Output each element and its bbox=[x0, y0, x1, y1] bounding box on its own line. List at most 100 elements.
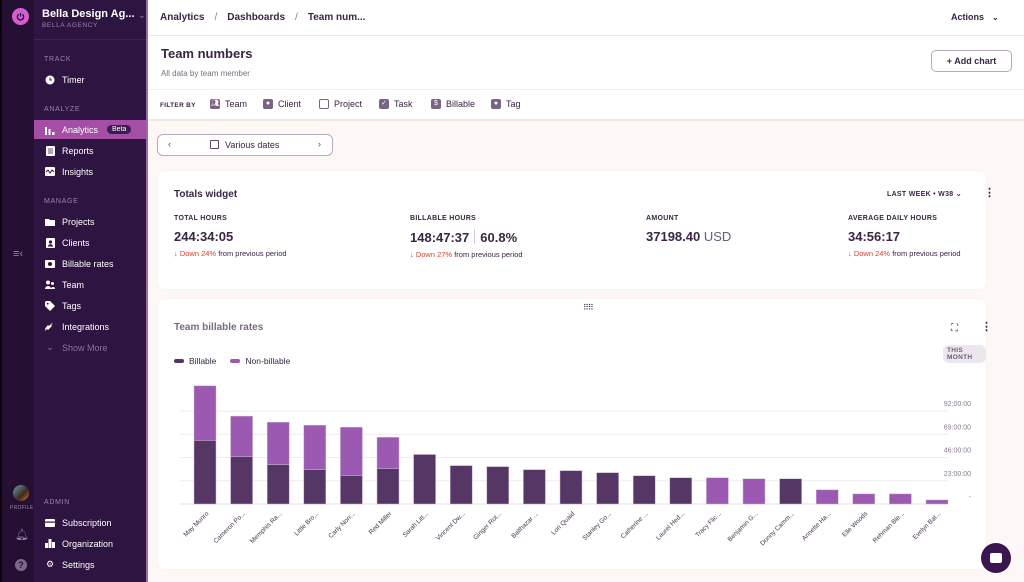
prev-period-button[interactable]: ‹ bbox=[168, 139, 171, 149]
team-icon bbox=[45, 280, 55, 290]
bar-billable[interactable] bbox=[669, 477, 693, 505]
actions-dropdown[interactable]: Actions ⌄ bbox=[951, 12, 999, 22]
x-tick-label: Evelyn Bat... bbox=[912, 510, 943, 541]
y-tick-label: - bbox=[969, 494, 972, 501]
bar-billable[interactable] bbox=[303, 469, 327, 505]
building-icon bbox=[45, 539, 55, 549]
sidebar-item-reports[interactable]: Reports bbox=[34, 141, 146, 160]
sidebar-item-settings[interactable]: ⚙ Settings bbox=[34, 555, 146, 574]
chart-legend: Billable Non-billable bbox=[174, 356, 304, 366]
legend-item-billable[interactable]: Billable bbox=[174, 356, 216, 366]
delta-down: ↓ Down 27% bbox=[410, 250, 453, 259]
bar-non-billable[interactable] bbox=[340, 426, 363, 476]
chevron-down-icon: ⌄ bbox=[46, 342, 54, 352]
more-options-icon[interactable]: ⋮ bbox=[981, 322, 992, 333]
x-tick-label: Cameron Po... bbox=[212, 510, 247, 545]
bell-icon[interactable]: 🔔︎ bbox=[15, 528, 29, 541]
bar-billable[interactable] bbox=[559, 470, 583, 505]
collapse-sidebar-icon[interactable]: ≡‹ bbox=[13, 248, 23, 260]
delta-down: ↓ Down 24% bbox=[848, 249, 891, 258]
sidebar-item-billable-rates[interactable]: Billable rates bbox=[34, 254, 146, 273]
money-icon bbox=[45, 259, 55, 269]
expand-icon[interactable]: ⛶ bbox=[951, 323, 958, 334]
sidebar-item-clients[interactable]: Clients bbox=[34, 233, 146, 252]
filter-billable[interactable]: $ Billable bbox=[431, 99, 475, 109]
chat-support-button[interactable] bbox=[981, 543, 1011, 573]
sidebar-item-timer[interactable]: Timer bbox=[34, 70, 146, 89]
legend-item-non-billable[interactable]: Non-billable bbox=[230, 356, 290, 366]
bar-non-billable[interactable] bbox=[889, 493, 912, 505]
filter-team[interactable]: 👥︎ Team bbox=[210, 99, 247, 109]
bar-billable[interactable] bbox=[596, 472, 619, 505]
bar-billable[interactable] bbox=[632, 475, 656, 505]
page-header: Team numbers All data by team member + A… bbox=[148, 36, 1024, 90]
drag-handle-icon[interactable]: ⠿⠿ bbox=[583, 303, 594, 312]
chevron-down-icon: ⌄ bbox=[955, 191, 962, 198]
x-tick-label: Lori Quaid bbox=[550, 510, 576, 536]
sidebar-item-label: Organization bbox=[62, 538, 114, 549]
x-tick-label: Sarah Litt... bbox=[402, 510, 431, 539]
sidebar-item-subscription[interactable]: Subscription bbox=[34, 513, 146, 532]
org-switcher[interactable]: Bella Design Ag... ⌄ BELLA AGENCY bbox=[42, 8, 146, 29]
task-check-icon: ✓ bbox=[379, 99, 389, 109]
sidebar-item-insights[interactable]: Insights bbox=[34, 162, 146, 181]
bar-billable[interactable] bbox=[193, 440, 217, 505]
bar-non-billable[interactable] bbox=[303, 424, 327, 470]
bar-billable[interactable] bbox=[340, 475, 363, 505]
bar-non-billable[interactable] bbox=[852, 493, 876, 505]
sidebar-item-analytics[interactable]: Analytics Beta bbox=[34, 120, 146, 139]
period-badge: THIS MONTH bbox=[943, 345, 986, 363]
period-dropdown[interactable]: LAST WEEK • W38 ⌄ bbox=[887, 190, 962, 198]
bar-billable[interactable] bbox=[376, 468, 400, 505]
x-tick-label: Vincent Dw... bbox=[435, 510, 467, 542]
add-chart-button[interactable]: + Add chart bbox=[931, 50, 1012, 72]
filter-project[interactable]: Project bbox=[319, 99, 362, 109]
filter-client[interactable]: ● Client bbox=[263, 99, 301, 109]
sidebar-item-label: Integrations bbox=[62, 321, 110, 332]
sidebar-item-label: Reports bbox=[62, 145, 94, 156]
sidebar-item-integrations[interactable]: Integrations bbox=[34, 317, 146, 336]
bar-non-billable[interactable] bbox=[742, 478, 766, 505]
delta-suffix: from previous period bbox=[218, 249, 287, 258]
bar-non-billable[interactable] bbox=[193, 385, 217, 441]
metric-delta: ↓ Down 24% from previous period bbox=[174, 249, 287, 258]
date-range-picker[interactable]: ‹ Various dates › bbox=[157, 134, 333, 156]
avatar[interactable] bbox=[13, 485, 29, 501]
x-tick-label: Tracy Flic... bbox=[694, 510, 723, 539]
help-icon[interactable]: ? bbox=[15, 559, 27, 571]
bar-non-billable[interactable] bbox=[230, 415, 253, 457]
bar-non-billable[interactable] bbox=[815, 489, 839, 505]
filter-tag[interactable]: ● Tag bbox=[491, 99, 521, 109]
bar-billable[interactable] bbox=[266, 464, 290, 505]
bar-billable[interactable] bbox=[449, 465, 473, 505]
breadcrumb-current: Team num... bbox=[307, 12, 366, 23]
bar-non-billable[interactable] bbox=[925, 499, 949, 505]
bar-billable[interactable] bbox=[779, 478, 802, 505]
sidebar-item-tags[interactable]: Tags bbox=[34, 296, 146, 315]
more-options-icon[interactable]: ⋮ bbox=[984, 188, 995, 199]
breadcrumb-dashboards[interactable]: Dashboards bbox=[227, 12, 285, 23]
next-period-button[interactable]: › bbox=[318, 139, 321, 149]
metric-billable-hours: BILLABLE HOURS 148:47:37 60.8% ↓ Down 27%… bbox=[410, 215, 523, 259]
power-logo-icon[interactable] bbox=[12, 8, 29, 25]
tag-icon bbox=[45, 300, 55, 311]
bar-non-billable[interactable] bbox=[266, 421, 290, 465]
bar-billable[interactable] bbox=[413, 454, 436, 505]
beta-badge: Beta bbox=[107, 125, 132, 134]
sidebar-item-label: Insights bbox=[62, 166, 94, 177]
bar-non-billable[interactable] bbox=[706, 477, 729, 505]
breadcrumb-analytics[interactable]: Analytics bbox=[160, 12, 204, 23]
filter-task[interactable]: ✓ Task bbox=[379, 99, 413, 109]
sidebar-item-team[interactable]: Team bbox=[34, 275, 146, 294]
bar-billable[interactable] bbox=[486, 466, 510, 505]
sidebar-item-show-more[interactable]: ⌄ Show More bbox=[34, 338, 146, 357]
bar-billable[interactable] bbox=[523, 469, 546, 505]
bar-non-billable[interactable] bbox=[376, 437, 400, 469]
legend-label: Billable bbox=[189, 356, 217, 366]
stacked-bar-chart: - 23:00:00 46:00:00 69:00:00 92:00:00 May Mun… bbox=[180, 385, 972, 547]
sidebar-item-projects[interactable]: Projects bbox=[34, 212, 146, 231]
x-tick-label: Elle Woods bbox=[841, 510, 870, 539]
sidebar-item-organization[interactable]: Organization bbox=[34, 534, 146, 553]
bar-billable[interactable] bbox=[230, 456, 253, 505]
insights-icon bbox=[45, 167, 55, 177]
